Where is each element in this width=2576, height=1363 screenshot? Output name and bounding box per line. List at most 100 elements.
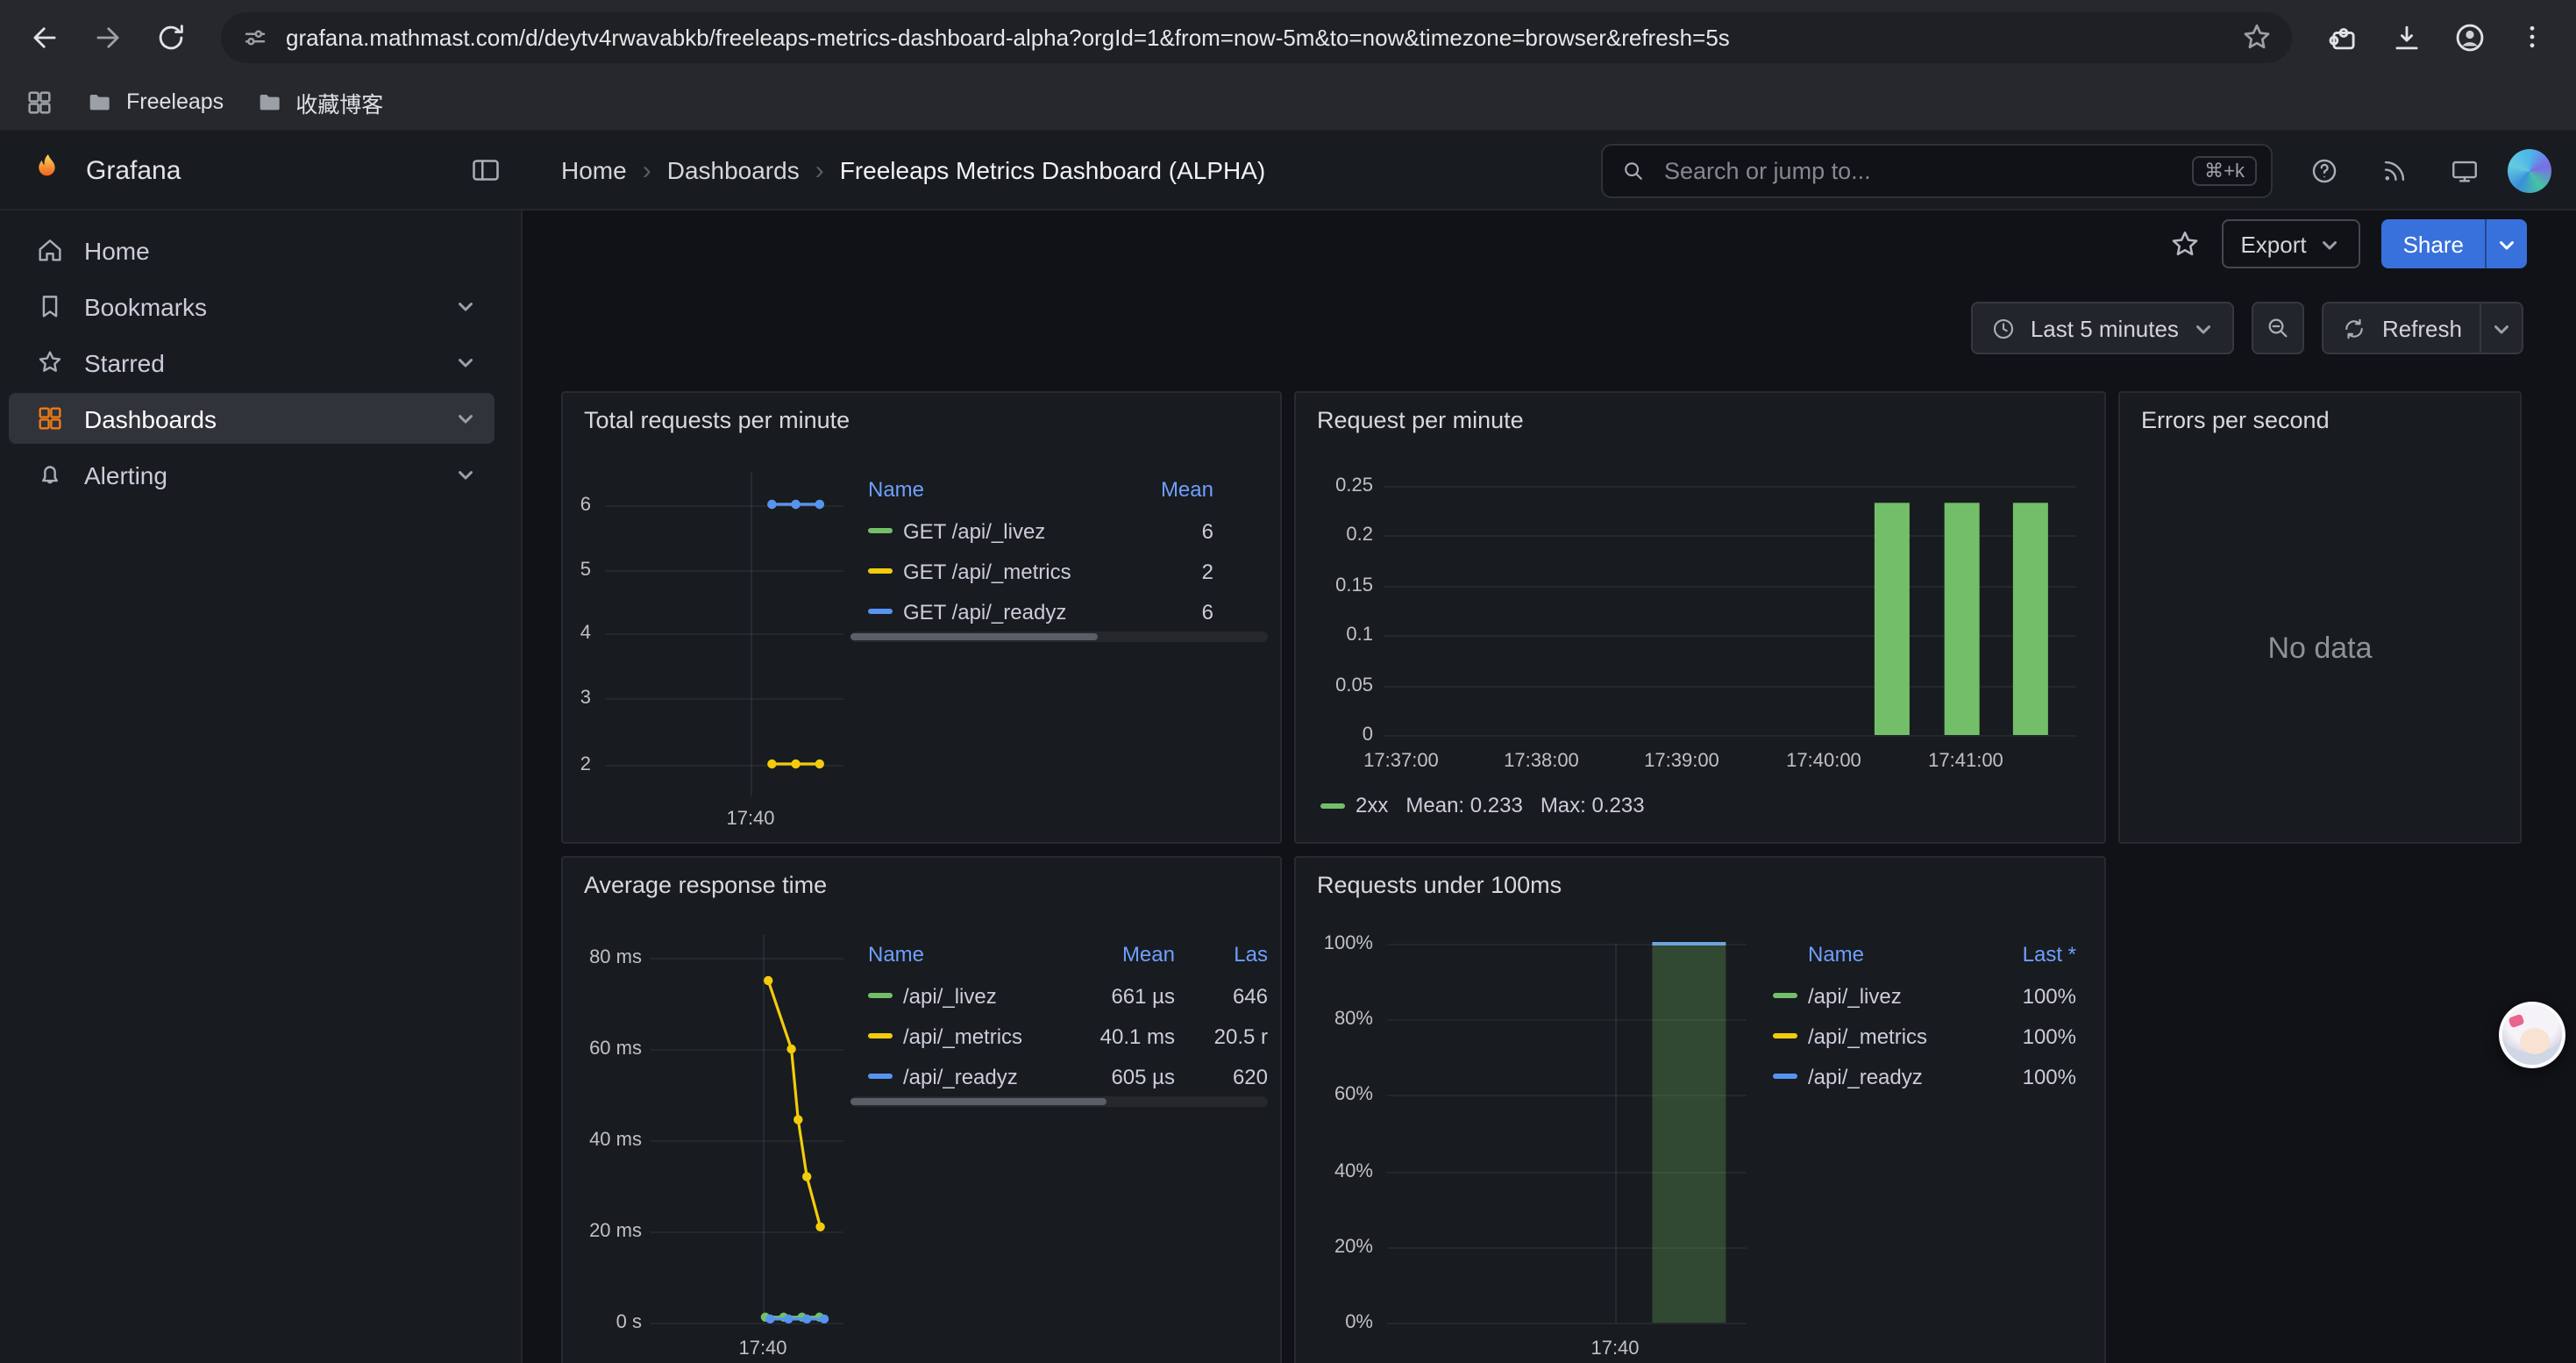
legend-col-last[interactable]: Last * xyxy=(1992,942,2076,967)
legend-col-mean[interactable]: Mean xyxy=(1143,477,1213,502)
bookmark-item-blog[interactable]: 收藏博客 xyxy=(255,85,383,118)
x-axis-label: 17:40 xyxy=(715,807,786,831)
news-button[interactable] xyxy=(2367,144,2420,196)
profile-button[interactable] xyxy=(2443,11,2495,63)
share-button[interactable]: Share xyxy=(2382,219,2485,268)
series-name: /api/_readyz xyxy=(903,1064,1070,1088)
breadcrumb-home[interactable]: Home xyxy=(561,156,627,184)
sidebar-item-dashboards[interactable]: Dashboards xyxy=(9,393,495,444)
rss-icon xyxy=(2379,155,2409,185)
chevron-down-icon[interactable] xyxy=(454,351,477,374)
y-axis-label: 0.2 xyxy=(1313,523,1373,547)
y-axis-label: 0 xyxy=(1313,723,1373,747)
sidebar-item-home[interactable]: Home xyxy=(9,225,495,275)
legend-row[interactable]: /api/_readyz 100% xyxy=(1773,1056,2076,1096)
legend-row[interactable]: GET /api/_livez 6 xyxy=(850,510,1268,551)
bell-icon xyxy=(35,460,65,489)
scrollbar-thumb[interactable] xyxy=(850,633,1098,640)
legend-row[interactable]: /api/_livez 100% xyxy=(1773,975,2076,1016)
series-color-dash xyxy=(868,568,893,574)
legend-col-name[interactable]: Name xyxy=(1808,942,1992,967)
search-icon xyxy=(1620,157,1647,183)
y-axis-label: 0% xyxy=(1310,1310,1373,1335)
chevron-down-icon[interactable] xyxy=(454,463,477,486)
bookmark-star-icon[interactable] xyxy=(2241,21,2273,53)
series-color-dash xyxy=(1773,1074,1797,1079)
address-bar[interactable]: grafana.mathmast.com/d/deytv4rwavabkb/fr… xyxy=(221,11,2292,62)
y-axis-label: 80% xyxy=(1310,1007,1373,1031)
dock-sidebar-icon[interactable] xyxy=(470,154,502,186)
search-input[interactable] xyxy=(1661,155,2178,185)
arrow-right-icon xyxy=(90,20,124,54)
refresh-interval-button[interactable] xyxy=(2480,303,2522,353)
kiosk-button[interactable] xyxy=(2437,144,2490,196)
time-range-picker[interactable]: Last 5 minutes xyxy=(1971,302,2235,354)
x-axis-label: 17:38:00 xyxy=(1489,749,1594,774)
chevron-down-icon[interactable] xyxy=(454,407,477,430)
extensions-button[interactable] xyxy=(2316,11,2369,63)
legend-row[interactable]: /api/_metrics 100% xyxy=(1773,1016,2076,1056)
refresh-button[interactable]: Refresh xyxy=(2324,303,2480,353)
zoom-out-button[interactable] xyxy=(2252,302,2305,354)
puzzle-icon xyxy=(2326,20,2359,54)
share-button-group: Share xyxy=(2382,219,2527,268)
series-color-dash xyxy=(868,609,893,614)
legend-col-name[interactable]: Name xyxy=(868,942,1070,967)
scrollbar-thumb[interactable] xyxy=(850,1098,1107,1105)
legend-row[interactable]: /api/_readyz 605 µs 620 xyxy=(850,1056,1268,1096)
arrow-left-icon xyxy=(27,20,60,54)
series-name[interactable]: 2xx xyxy=(1356,793,1388,817)
legend-row[interactable]: GET /api/_metrics 2 xyxy=(850,551,1268,591)
sidebar-item-label: Bookmarks xyxy=(84,292,435,320)
legend-row[interactable]: /api/_metrics 40.1 ms 20.5 r xyxy=(850,1016,1268,1056)
panel-title[interactable]: Request per minute xyxy=(1317,407,1524,433)
share-label: Share xyxy=(2403,231,2464,257)
series-mean: 6 xyxy=(1143,599,1213,624)
apps-grid-icon[interactable] xyxy=(25,87,54,117)
sidebar-item-alerting[interactable]: Alerting xyxy=(9,449,495,500)
sidebar-item-label: Alerting xyxy=(84,460,435,489)
chevron-down-icon xyxy=(2319,232,2342,255)
share-menu-button[interactable] xyxy=(2485,219,2527,268)
legend-scrollbar[interactable] xyxy=(850,1096,1268,1107)
panel-title[interactable]: Requests under 100ms xyxy=(1317,872,1562,898)
panel-title[interactable]: Average response time xyxy=(584,872,827,898)
series-last: 620 xyxy=(1189,1064,1268,1088)
bookmark-item-freeleaps[interactable]: Freeleaps xyxy=(86,88,224,116)
help-button[interactable] xyxy=(2297,144,2350,196)
dashboard-subheader: Export Share xyxy=(523,211,2576,277)
panel-legend: Name Mean Las /api/_livez 661 µs 646 xyxy=(850,933,1268,1107)
downloads-button[interactable] xyxy=(2380,11,2432,63)
export-button[interactable]: Export xyxy=(2221,219,2360,268)
legend-scrollbar[interactable] xyxy=(850,632,1268,642)
breadcrumb-dashboards[interactable]: Dashboards xyxy=(667,156,800,184)
y-axis-label: 40 ms xyxy=(579,1128,642,1152)
panel-title[interactable]: Errors per second xyxy=(2141,407,2330,433)
url-text[interactable]: grafana.mathmast.com/d/deytv4rwavabkb/fr… xyxy=(286,24,2225,50)
sidebar-item-label: Starred xyxy=(84,348,435,376)
grafana-app: Grafana Home › Dashboards › Freeleaps Me… xyxy=(0,132,2576,1363)
sidebar-item-starred[interactable]: Starred xyxy=(9,337,495,388)
browser-menu-button[interactable] xyxy=(2506,11,2558,63)
legend-col-mean[interactable]: Mean xyxy=(1070,942,1175,967)
legend-row[interactable]: GET /api/_readyz 6 xyxy=(850,591,1268,632)
y-axis-label: 100% xyxy=(1310,931,1373,956)
panel-title[interactable]: Total requests per minute xyxy=(584,407,850,433)
grafana-logo[interactable] xyxy=(28,150,68,190)
y-axis-label: 20 ms xyxy=(579,1219,642,1244)
reload-button[interactable] xyxy=(144,11,196,63)
user-avatar[interactable] xyxy=(2508,148,2551,192)
star-dashboard-icon[interactable] xyxy=(2168,228,2200,260)
legend-col-last[interactable]: Las xyxy=(1189,942,1268,967)
forward-button[interactable] xyxy=(81,11,133,63)
series-max: Max: 0.233 xyxy=(1541,793,1645,817)
back-button[interactable] xyxy=(18,11,70,63)
floating-avatar-button[interactable] xyxy=(2499,1002,2565,1068)
chevron-down-icon[interactable] xyxy=(454,295,477,318)
sidebar-item-bookmarks[interactable]: Bookmarks xyxy=(9,281,495,332)
legend-row[interactable]: /api/_livez 661 µs 646 xyxy=(850,975,1268,1016)
legend-col-name[interactable]: Name xyxy=(868,477,1143,502)
y-axis-label: 0.15 xyxy=(1313,574,1373,598)
search-bar[interactable]: ⌘+k xyxy=(1601,143,2273,197)
x-axis-label: 17:39:00 xyxy=(1629,749,1734,774)
